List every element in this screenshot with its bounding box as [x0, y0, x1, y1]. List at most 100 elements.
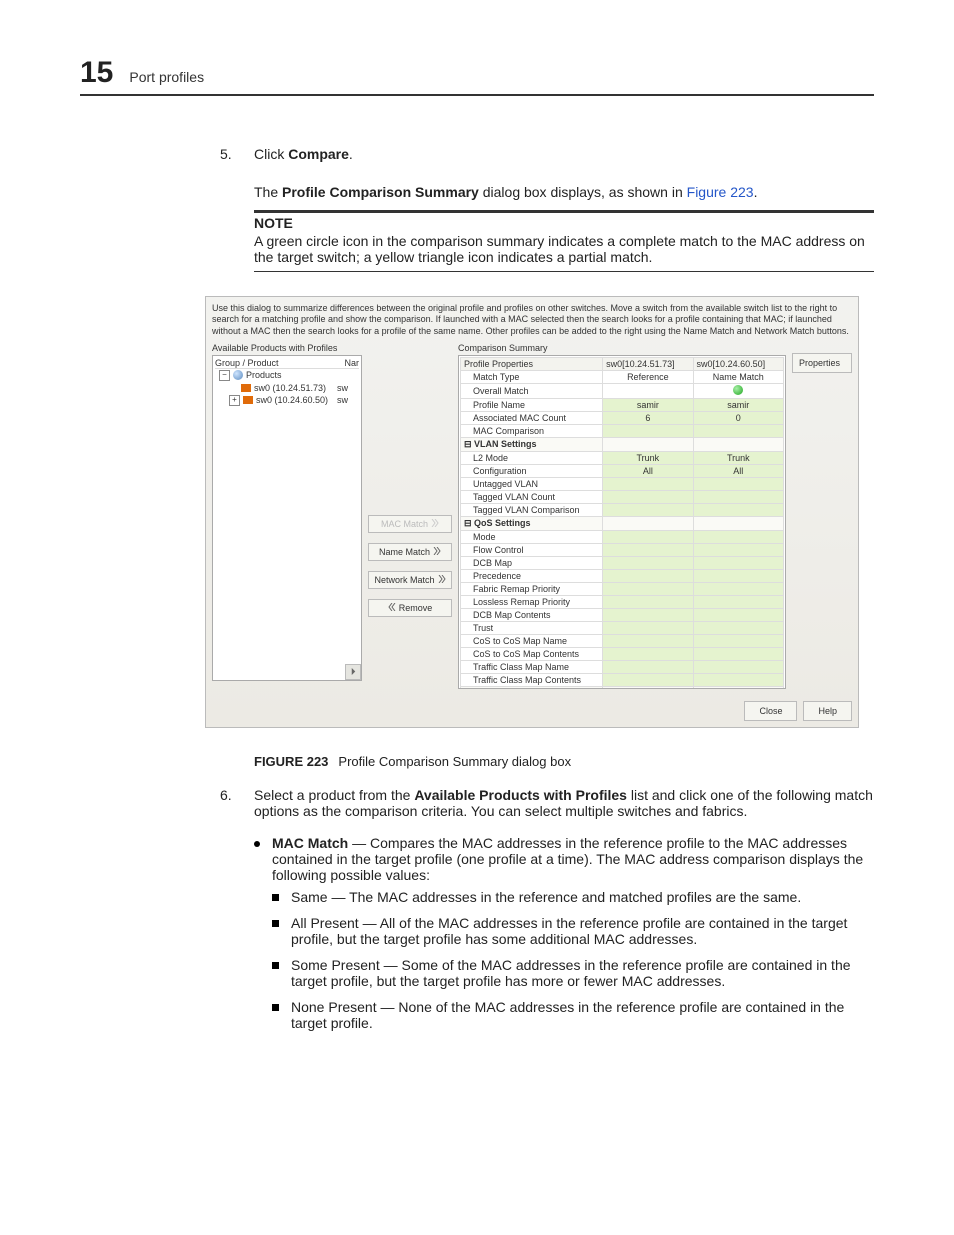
tree-switch-0[interactable]: sw0 (10.24.51.73)sw [215, 382, 359, 394]
table-cell-value [693, 660, 783, 673]
step-5-detail: The Profile Comparison Summary dialog bo… [254, 184, 874, 200]
table-cell-value [603, 503, 693, 516]
col-switch-1: sw0[10.24.60.50] [693, 357, 783, 370]
table-cell-value [603, 543, 693, 556]
chevron-right-icon [438, 575, 446, 585]
properties-button[interactable]: Properties [792, 353, 852, 373]
table-cell-property: Precedence [461, 569, 603, 582]
table-cell-property: Trust [461, 621, 603, 634]
table-cell-value: All [693, 464, 783, 477]
table-cell-property: CoS to CoS Map Contents [461, 647, 603, 660]
close-button[interactable]: Close [744, 701, 797, 721]
table-cell-property: Overall Match [461, 383, 603, 398]
table-cell-value [603, 647, 693, 660]
table-cell-property: DCB Map [461, 556, 603, 569]
table-section-header[interactable]: ⊟ ACL Settings [461, 686, 603, 689]
table-cell-value [693, 490, 783, 503]
bullet-mac-match: MAC Match — Compares the MAC addresses i… [254, 835, 874, 1041]
products-tree[interactable]: Group / Product Nar −Products sw0 (10.24… [212, 355, 362, 681]
note-body: A green circle icon in the comparison su… [254, 233, 874, 265]
switch-icon [241, 384, 251, 392]
tree-switch-1[interactable]: +sw0 (10.24.60.50)sw [215, 394, 359, 407]
table-cell-value [603, 556, 693, 569]
comparison-table[interactable]: Profile Properties sw0[10.24.51.73] sw0[… [458, 355, 786, 689]
page-number: 15 [80, 56, 113, 90]
table-cell-value [603, 621, 693, 634]
table-cell-value [693, 477, 783, 490]
globe-icon [233, 370, 243, 380]
tree-col-group: Group / Product [215, 358, 344, 368]
table-cell-value [693, 673, 783, 686]
table-cell-value [693, 634, 783, 647]
table-cell-value: Name Match [693, 370, 783, 383]
table-section-header[interactable]: ⊟ VLAN Settings [461, 437, 603, 451]
note-block: NOTE A green circle icon in the comparis… [254, 210, 874, 272]
name-match-button[interactable]: Name Match [368, 543, 452, 561]
table-cell-value [603, 595, 693, 608]
remove-button[interactable]: Remove [368, 599, 452, 617]
step-5-text: Click Compare. [254, 146, 353, 162]
table-cell-value [603, 477, 693, 490]
figure-caption: FIGURE 223Profile Comparison Summary dia… [254, 754, 874, 769]
table-cell-value [603, 608, 693, 621]
table-cell-value [603, 424, 693, 437]
network-match-button[interactable]: Network Match [368, 571, 452, 589]
table-cell-value [603, 530, 693, 543]
table-cell-property: Fabric Remap Priority [461, 582, 603, 595]
table-cell-property: Flow Control [461, 543, 603, 556]
dialog-intro-text: Use this dialog to summarize differences… [212, 303, 852, 337]
table-section-header[interactable]: ⊟ QoS Settings [461, 516, 603, 530]
table-cell-property: MAC Comparison [461, 424, 603, 437]
step-6: 6. Select a product from the Available P… [220, 787, 874, 827]
help-button[interactable]: Help [803, 701, 852, 721]
table-cell-property: Lossless Remap Priority [461, 595, 603, 608]
table-cell-value: samir [693, 398, 783, 411]
table-cell-value: Trunk [603, 451, 693, 464]
step-number: 6. [220, 787, 238, 827]
table-cell-property: Match Type [461, 370, 603, 383]
list-item: Some Present — Some of the MAC addresses… [272, 957, 874, 989]
table-cell-value [693, 608, 783, 621]
col-profile-properties: Profile Properties [461, 357, 603, 370]
table-cell-value [603, 569, 693, 582]
header-rule [80, 94, 874, 96]
table-cell-value [693, 424, 783, 437]
table-cell-value [693, 582, 783, 595]
switch-icon [243, 396, 253, 404]
table-cell-value: All [603, 464, 693, 477]
table-cell-value [603, 490, 693, 503]
table-cell-value [693, 556, 783, 569]
comparison-dialog: Use this dialog to summarize differences… [205, 296, 859, 728]
table-cell-value [693, 569, 783, 582]
table-cell-property: Profile Name [461, 398, 603, 411]
scroll-right-button[interactable] [345, 664, 361, 680]
table-cell-value [693, 621, 783, 634]
table-cell-value [693, 647, 783, 660]
note-rule-top [254, 210, 874, 213]
table-cell-value [603, 634, 693, 647]
table-cell-property: L2 Mode [461, 451, 603, 464]
expand-icon[interactable]: + [229, 395, 240, 406]
step-6-text: Select a product from the Available Prod… [254, 787, 874, 819]
tree-root[interactable]: −Products [215, 369, 359, 382]
list-item: None Present — None of the MAC addresses… [272, 999, 874, 1031]
table-cell-value [693, 543, 783, 556]
chevron-right-icon [433, 547, 441, 557]
chevron-right-icon [431, 519, 439, 529]
figure-link[interactable]: Figure 223 [687, 184, 754, 200]
table-cell-value [693, 383, 783, 398]
table-cell-value: Trunk [693, 451, 783, 464]
note-rule-bottom [254, 271, 874, 272]
table-cell-value [693, 530, 783, 543]
comparison-summary-label: Comparison Summary [458, 343, 786, 353]
col-switch-0: sw0[10.24.51.73] [603, 357, 693, 370]
table-cell-property: Traffic Class Map Contents [461, 673, 603, 686]
note-heading: NOTE [254, 215, 874, 231]
square-bullet-icon [272, 894, 279, 901]
table-cell-value: 0 [693, 411, 783, 424]
table-cell-value: 6 [603, 411, 693, 424]
collapse-icon[interactable]: − [219, 370, 230, 381]
table-cell-value [603, 383, 693, 398]
square-bullet-icon [272, 962, 279, 969]
section-title: Port profiles [129, 69, 204, 85]
